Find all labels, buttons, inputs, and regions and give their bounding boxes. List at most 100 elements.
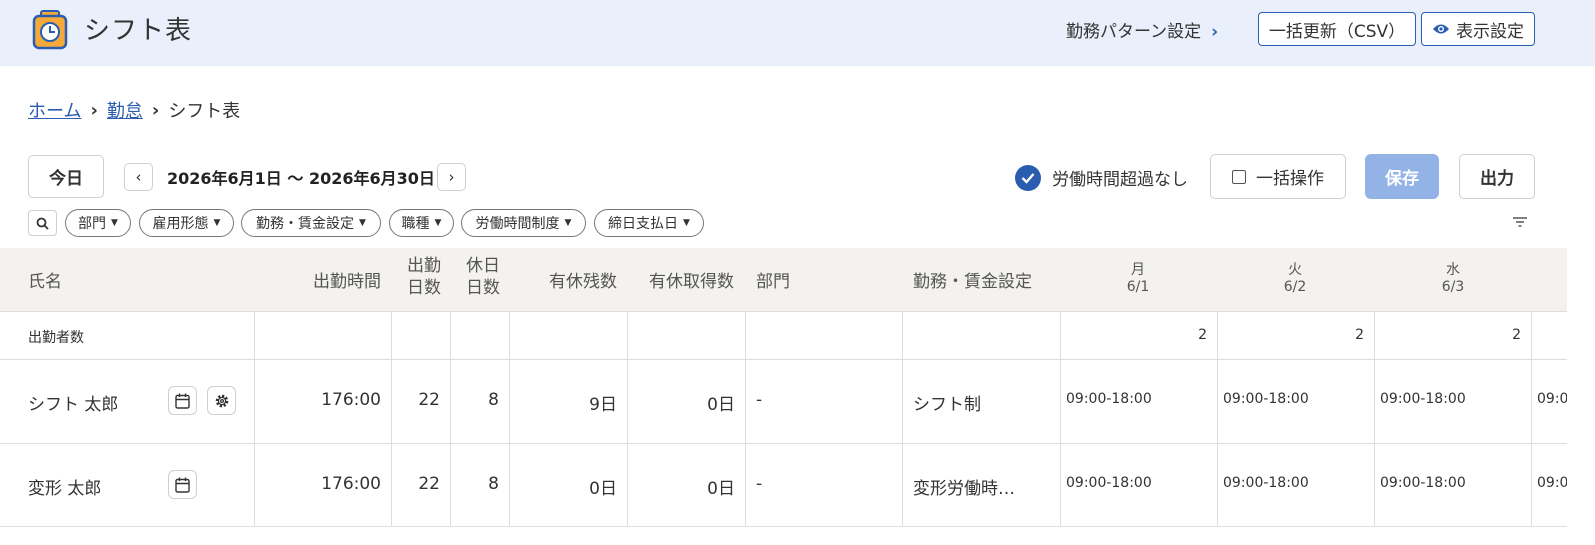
calendar-icon [175, 477, 190, 493]
caret-down-icon: ▼ [683, 218, 690, 228]
caret-down-icon: ▼ [213, 218, 221, 228]
page-title: シフト表 [84, 16, 193, 46]
filter-chip-label: 職種 [401, 216, 430, 232]
caret-down-icon: ▼ [564, 218, 572, 228]
attendee-count: 2 [1355, 327, 1364, 343]
column-header-day: 月 6/1 [1100, 262, 1176, 296]
today-button[interactable]: 今日 [28, 155, 104, 198]
table-header: 氏名 出勤時間 出勤 日数 休日 日数 有休残数 有休取得数 部門 勤務・賃金設… [0, 248, 1567, 311]
work-days-value: 22 [418, 474, 440, 494]
filter-icon[interactable] [1512, 214, 1528, 230]
wage-setting-value: 変形労働時… [913, 479, 1015, 499]
wage-setting-value: シフト制 [913, 395, 981, 415]
day-weekday: 水 [1446, 262, 1460, 278]
gear-icon [215, 394, 228, 407]
calendar-button[interactable] [168, 470, 197, 499]
filter-chip-label: 締日支払日 [608, 216, 679, 232]
filter-chip-closing-payday[interactable]: 締日支払日 ▼ [594, 209, 704, 237]
leave-remaining-value: 0日 [589, 479, 617, 499]
bulk-operation-button[interactable]: 一括操作 [1210, 154, 1346, 199]
filter-chip-label: 勤務・賃金設定 [256, 216, 355, 232]
shift-cell[interactable]: 09:00-18:00 [1066, 391, 1152, 407]
attendee-count: 2 [1512, 327, 1521, 343]
caret-down-icon: ▼ [111, 218, 118, 228]
day-date: 6/1 [1126, 279, 1150, 295]
day-date: 6/3 [1441, 279, 1465, 295]
bulk-update-csv-button[interactable]: 一括更新（CSV） [1258, 12, 1416, 46]
breadcrumb-home-link[interactable]: ホーム [28, 97, 81, 123]
column-header-leave-remaining: 有休残数 [549, 272, 617, 292]
work-pattern-settings-label: 勤務パターン設定 [1066, 22, 1202, 42]
column-header-line: 出勤 [407, 256, 441, 276]
employee-name[interactable]: 変形 太郎 [28, 474, 101, 499]
holiday-days-value: 8 [488, 390, 499, 410]
attendee-count-label: 出勤者数 [28, 330, 84, 346]
column-header-name: 氏名 [28, 272, 62, 292]
overtime-filter-checkbox[interactable] [1015, 165, 1041, 191]
filter-chip-job-type[interactable]: 職種 ▼ [389, 209, 454, 237]
filter-chip-label: 労働時間制度 [475, 216, 560, 232]
breadcrumb-current: シフト表 [168, 101, 241, 122]
column-header-leave-taken: 有休取得数 [649, 272, 734, 292]
column-header-wage-setting: 勤務・賃金設定 [913, 272, 1032, 292]
attendee-count: 2 [1198, 327, 1207, 343]
column-header-holiday-days: 休日 日数 [461, 255, 505, 299]
chevron-right-icon: › [151, 99, 160, 121]
calendar-button[interactable] [168, 386, 197, 415]
work-time-value: 176:00 [321, 474, 381, 494]
shift-cell[interactable]: 09:0 [1537, 475, 1567, 491]
filter-chip-label: 部門 [78, 216, 107, 232]
search-icon [36, 217, 49, 230]
search-button[interactable] [28, 210, 57, 236]
chevron-right-icon: › [1211, 22, 1219, 42]
save-button[interactable]: 保存 [1365, 154, 1439, 199]
shift-cell[interactable]: 09:00-18:00 [1380, 475, 1466, 491]
shift-cell[interactable]: 09:00-18:00 [1380, 391, 1466, 407]
column-header-line: 日数 [407, 278, 441, 298]
work-pattern-settings-link[interactable]: 勤務パターン設定 › [1066, 17, 1218, 42]
chevron-left-icon: ‹ [135, 168, 142, 186]
check-icon [1021, 173, 1035, 184]
export-button[interactable]: 出力 [1459, 154, 1535, 199]
filter-chip-department[interactable]: 部門 ▼ [65, 209, 131, 237]
overtime-filter-label: 労働時間超過なし [1052, 170, 1188, 190]
next-period-button[interactable]: › [437, 163, 466, 191]
bulk-operation-label: 一括操作 [1256, 169, 1324, 189]
display-settings-label: 表示設定 [1456, 21, 1524, 42]
shift-cell[interactable]: 09:0 [1537, 391, 1567, 407]
caret-down-icon: ▼ [359, 218, 366, 228]
filter-chip-employment-type[interactable]: 雇用形態 ▼ [139, 209, 234, 237]
scroll-edge [1567, 248, 1595, 545]
column-header-line: 休日 [466, 256, 500, 276]
department-value: - [756, 474, 763, 494]
day-weekday: 火 [1288, 262, 1302, 278]
department-value: - [756, 390, 763, 410]
previous-period-button[interactable]: ‹ [124, 163, 153, 191]
day-weekday: 月 [1131, 262, 1145, 278]
display-settings-button[interactable]: 表示設定 [1421, 12, 1535, 46]
table-row: 変形 太郎 176:00 22 8 0日 0日 - 変形労働時… 09:00-1… [0, 444, 1567, 527]
period-range: 2026年6月1日 〜 2026年6月30日 [167, 169, 435, 188]
app-header: シフト表 勤務パターン設定 › 一括更新（CSV） 表示設定 [0, 0, 1595, 66]
leave-taken-value: 0日 [707, 395, 735, 415]
chevron-right-icon: › [448, 168, 455, 186]
column-header-work-time: 出勤時間 [313, 272, 381, 292]
column-header-day: 水 6/3 [1415, 262, 1491, 296]
work-days-value: 22 [418, 390, 440, 410]
checkbox-icon [1232, 169, 1246, 184]
filter-chip-wage-setting[interactable]: 勤務・賃金設定 ▼ [241, 209, 381, 237]
column-header-work-days: 出勤 日数 [402, 255, 446, 299]
eye-icon [1433, 24, 1449, 34]
summary-row: 出勤者数 2 2 2 [0, 311, 1567, 360]
shift-cell[interactable]: 09:00-18:00 [1066, 475, 1152, 491]
shift-cell[interactable]: 09:00-18:00 [1223, 475, 1309, 491]
settings-button[interactable] [207, 386, 236, 415]
work-time-value: 176:00 [321, 390, 381, 410]
shift-cell[interactable]: 09:00-18:00 [1223, 391, 1309, 407]
breadcrumb-attendance-link[interactable]: 勤怠 [107, 97, 143, 123]
employee-name[interactable]: シフト 太郎 [28, 390, 118, 415]
calendar-icon [175, 393, 190, 409]
holiday-days-value: 8 [488, 474, 499, 494]
day-date: 6/2 [1283, 279, 1307, 295]
filter-chip-working-hours-system[interactable]: 労働時間制度 ▼ [461, 209, 586, 237]
